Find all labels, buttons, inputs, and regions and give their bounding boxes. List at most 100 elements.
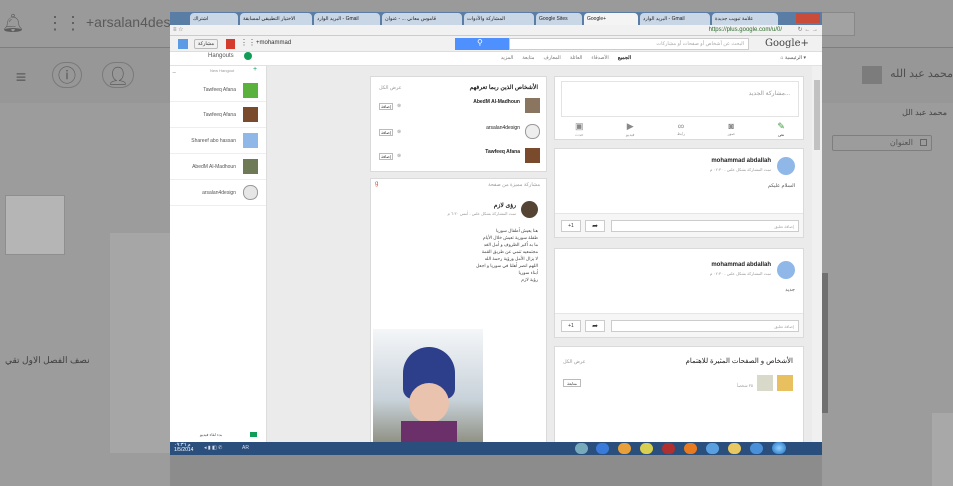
browser-tab[interactable]: المشاركة والأدوات	[464, 13, 534, 25]
contact-item[interactable]: arsalan4design	[170, 180, 266, 206]
notification-icon[interactable]	[226, 39, 235, 49]
tab-more[interactable]: المزيد	[501, 55, 514, 61]
tab-family[interactable]: العائلة	[570, 55, 583, 61]
google-plus-logo[interactable]: Google+	[765, 38, 809, 49]
browser-tab[interactable]: الاختيار التطبيقي لمسابقة	[240, 13, 312, 25]
add-person-icon[interactable]: 👤︎	[102, 62, 134, 88]
plus-one-button[interactable]: +1	[561, 220, 581, 232]
search-input[interactable]: البحث عن أشخاص أو صفحات أو مشاركات	[509, 38, 749, 50]
taskbar-app-icon[interactable]	[596, 443, 609, 454]
video-action[interactable]: ▶ فيديو	[626, 121, 634, 137]
comment-input[interactable]: إضافة تعليق	[611, 320, 799, 332]
browser-tab[interactable]: البريد الوارد - Gmail	[314, 13, 380, 25]
taskbar-folder-icon[interactable]	[728, 443, 741, 454]
contact-item[interactable]: Tawfeeq Afana	[170, 102, 266, 128]
tab-following[interactable]: متابعة	[522, 55, 534, 61]
minimize-icon[interactable]: −	[172, 70, 176, 77]
author-name[interactable]: mohammad abdallah	[711, 262, 771, 268]
author-avatar[interactable]	[777, 157, 795, 175]
title-field[interactable]: العنوان	[832, 135, 932, 151]
author-name[interactable]: رؤى لازم	[494, 202, 516, 209]
link-action[interactable]: ∞ رابط	[677, 121, 685, 137]
add-button[interactable]: إضافة	[379, 129, 393, 136]
contact-item[interactable]: Shareef abo hassan	[170, 128, 266, 154]
windows-start-icon[interactable]	[772, 442, 786, 454]
view-all-link[interactable]: عرض الكل	[563, 359, 586, 365]
plus-one-button[interactable]: +1	[561, 320, 581, 332]
taskbar-app-icon[interactable]	[575, 443, 588, 454]
avatar[interactable]	[178, 39, 188, 49]
post-photo[interactable]	[373, 329, 483, 447]
post-line: اللهم انصر أهلنا في سوريا و اجعل	[476, 263, 538, 268]
browser-tab[interactable]: البريد الوارد - Gmail	[640, 13, 710, 25]
share-button[interactable]: مشاركة	[194, 39, 218, 49]
info-icon[interactable]: ⓘ	[52, 62, 82, 88]
author-name[interactable]: mohammad abdallah	[711, 158, 771, 164]
browser-tab[interactable]: Google Sites	[536, 13, 582, 25]
taskbar-firefox-icon[interactable]	[684, 443, 697, 454]
taskbar-app-icon[interactable]	[640, 443, 653, 454]
hangouts-icon[interactable]	[244, 52, 252, 60]
contact-item[interactable]: AbedM Al-Madhoun	[170, 154, 266, 180]
bell-icon[interactable]: 🔔︎	[0, 10, 26, 36]
share-arrow-button[interactable]: ➦	[585, 220, 605, 232]
apps-grid-icon[interactable]: ⋮⋮	[240, 38, 256, 47]
new-hangout[interactable]: New Hangout	[210, 68, 234, 73]
dismiss-icon[interactable]: ⊗	[397, 153, 401, 159]
share-arrow-button[interactable]: ➦	[585, 320, 605, 332]
apps-grid-icon[interactable]: ⋮⋮	[46, 10, 82, 36]
person-name[interactable]: arsalan4design	[486, 125, 520, 131]
taskbar-chrome-icon[interactable]	[618, 443, 631, 454]
window-close-button[interactable]	[796, 13, 820, 23]
tab-acquaintances[interactable]: المعارف	[543, 55, 560, 61]
browser-tab[interactable]: Google+	[584, 13, 638, 25]
photo-action[interactable]: ◙ صور	[727, 121, 734, 137]
scrollbar-thumb[interactable]	[814, 80, 820, 150]
add-button[interactable]: إضافة	[379, 103, 393, 110]
dismiss-icon[interactable]: ⊗	[397, 103, 401, 109]
taskbar-ie-icon[interactable]	[750, 443, 763, 454]
author-avatar[interactable]	[521, 201, 538, 218]
windows-taskbar: م ٠٩:٣٦ 1/5/2014 ◂ ▮ ◧ ✆ AR	[170, 442, 822, 455]
follow-button[interactable]: متابعة	[563, 379, 581, 387]
menu-icon[interactable]: ≡	[8, 64, 34, 90]
browser-tab[interactable]: علامة تبويب جديدة	[712, 13, 778, 25]
home-dropdown[interactable]: ⌂ الرئيسية ▾	[780, 55, 806, 61]
add-button[interactable]: إضافة	[379, 153, 393, 160]
person-avatar	[525, 148, 540, 163]
author-avatar[interactable]	[777, 261, 795, 279]
tab-friends[interactable]: الأصدقاء	[591, 55, 608, 61]
menu-icon[interactable]: ≡ ☆	[173, 25, 184, 36]
text-action[interactable]: ✎ نص	[777, 121, 785, 137]
dismiss-icon[interactable]: ⊗	[397, 129, 401, 135]
search-button[interactable]: ⚲	[455, 38, 509, 50]
suggestions-card: الأشخاص الذين ربما تعرفهم عرض الكل AbedM…	[370, 76, 547, 172]
browser-tab[interactable]: اشتراك	[190, 13, 238, 25]
gbar-user[interactable]: +mohammad	[256, 40, 291, 46]
add-icon[interactable]: +	[253, 66, 257, 73]
photo-face	[409, 383, 449, 423]
view-all-link[interactable]: عرض الكل	[379, 85, 402, 91]
tab-all[interactable]: الجميع	[618, 55, 631, 61]
person-name[interactable]: Tawfeeq Afana	[485, 149, 520, 155]
address-url[interactable]: https://plus.google.com/u/0/	[709, 25, 782, 36]
contact-avatar	[243, 185, 258, 200]
comment-input[interactable]: إضافة تعليق	[611, 220, 799, 232]
page-avatar	[757, 375, 773, 391]
contact-name: Shareef abo hassan	[191, 138, 236, 144]
post-body: هنا يعيش أطفال سوريا طفلة سورية تعيش خلا…	[378, 227, 538, 283]
tray-icons[interactable]: ◂ ▮ ◧ ✆	[204, 445, 222, 451]
hangouts-footer[interactable]: بدء لقاء فيديو	[200, 432, 222, 437]
person-name[interactable]: AbedM Al-Madhoun	[473, 99, 520, 105]
suggested-person: Tawfeeq Afana إضافة ⊗	[371, 145, 548, 169]
taskbar-clock[interactable]: م ٠٩:٣٦ 1/5/2014	[174, 443, 193, 453]
contact-item[interactable]: Tawfeeq Afana	[170, 80, 266, 102]
taskbar-app-icon[interactable]	[706, 443, 719, 454]
document-thumbnail[interactable]	[5, 195, 65, 255]
event-action[interactable]: ▣ حدث	[575, 121, 584, 137]
back-icon[interactable]: ↻ ← →	[798, 25, 818, 36]
browser-tab[interactable]: قاموس معاني ... - عنوان	[382, 13, 462, 25]
taskbar-app-icon[interactable]	[662, 443, 675, 454]
language-indicator[interactable]: AR	[242, 445, 249, 451]
share-input[interactable]: مشاركة الجديد...	[561, 81, 799, 117]
